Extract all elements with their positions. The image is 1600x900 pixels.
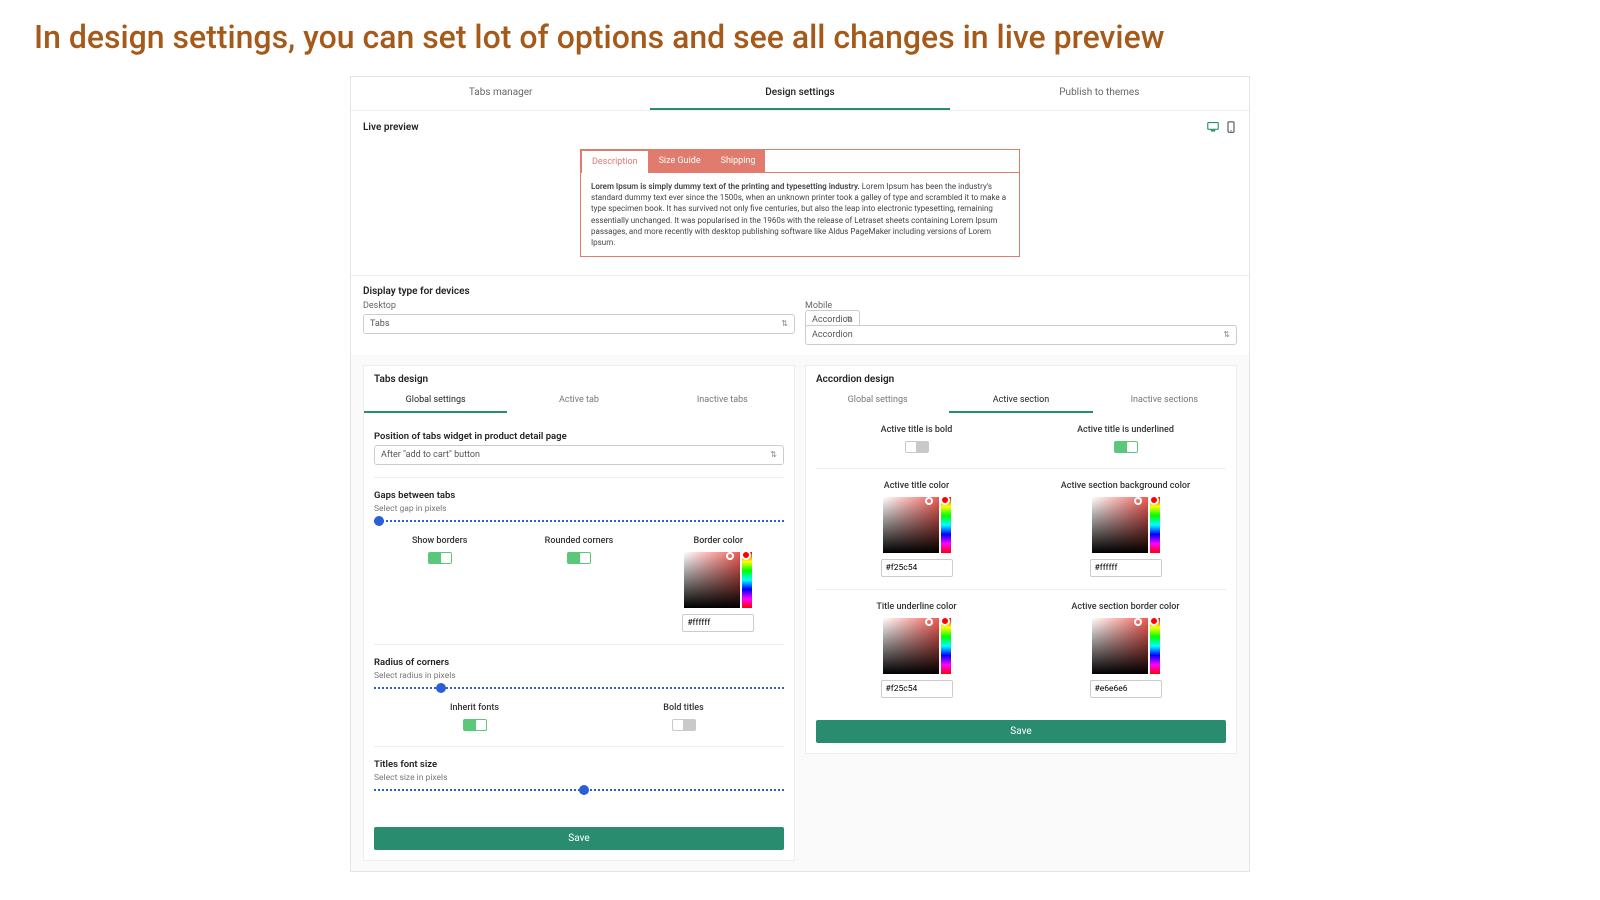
title-underlined-label: Active title is underlined (1025, 425, 1226, 435)
border-color-label: Border color (653, 536, 784, 546)
font-row: Inherit fonts Bold titles (374, 703, 784, 734)
bold-titles-opt: Bold titles (583, 703, 784, 734)
border-color-opt: Border color (653, 536, 784, 632)
subtab-acc-inactive[interactable]: Inactive sections (1093, 389, 1236, 413)
device-toggle (1207, 121, 1237, 133)
acc-toggle-row: Active title is bold Active title is und… (816, 425, 1226, 456)
desktop-select[interactable]: Tabs (363, 314, 795, 334)
section-bg-opt: Active section background color (1025, 481, 1226, 577)
desktop-field: Desktop Tabs (363, 301, 795, 345)
rounded-toggle[interactable] (567, 552, 591, 564)
preview-body: Lorem Ipsum is simply dummy text of the … (581, 172, 1019, 256)
border-color-input[interactable] (682, 614, 754, 632)
acc-border-color-input[interactable] (1090, 680, 1162, 698)
section-bg-input[interactable] (1090, 559, 1162, 577)
preview-tab-size-guide[interactable]: Size Guide (649, 150, 711, 172)
border-row: Show borders Rounded corners Border colo… (374, 536, 784, 632)
nav-tabs-manager[interactable]: Tabs manager (351, 77, 650, 110)
app-frame: Tabs manager Design settings Publish to … (350, 76, 1250, 872)
subtab-active-tab[interactable]: Active tab (507, 389, 650, 413)
title-bold-toggle[interactable] (905, 441, 929, 453)
page-headline: In design settings, you can set lot of o… (0, 0, 1600, 64)
border-color-picker[interactable] (682, 552, 754, 632)
acc-border-color-label: Active section border color (1025, 602, 1226, 612)
tabs-design-subtabs: Global settings Active tab Inactive tabs (364, 389, 794, 413)
desktop-icon[interactable] (1207, 121, 1219, 133)
acc-color-row1: Active title color Active section backgr… (816, 481, 1226, 577)
inherit-fonts-toggle[interactable] (463, 719, 487, 731)
tabs-save-button[interactable]: Save (374, 827, 784, 850)
radius-slider[interactable] (374, 687, 784, 689)
radius-heading: Radius of corners (374, 657, 784, 668)
position-select[interactable]: After "add to cart" button (374, 445, 784, 465)
inherit-fonts-opt: Inherit fonts (374, 703, 575, 734)
show-borders-toggle[interactable] (428, 552, 452, 564)
title-color-opt: Active title color (816, 481, 1017, 577)
preview-body-text: Lorem Ipsum has been the industry's stan… (591, 182, 1006, 247)
preview-frame: Description Size Guide Shipping Lorem Ip… (580, 149, 1020, 257)
preview-body-bold: Lorem Ipsum is simply dummy text of the … (591, 182, 860, 191)
display-type-heading: Display type for devices (351, 276, 1249, 301)
show-borders-opt: Show borders (374, 536, 505, 632)
acc-color-row2: Title underline color Active section bor… (816, 602, 1226, 698)
acc-border-color-picker[interactable] (1090, 618, 1162, 698)
section-bg-label: Active section background color (1025, 481, 1226, 491)
underline-color-label: Title underline color (816, 602, 1017, 612)
title-color-picker[interactable] (881, 497, 953, 577)
mobile-select[interactable]: Accordion (805, 325, 1237, 345)
font-size-slider[interactable] (374, 789, 784, 791)
tabs-design-body: Position of tabs widget in product detai… (364, 413, 794, 817)
title-underlined-toggle[interactable] (1114, 441, 1138, 453)
subtab-inactive-tabs[interactable]: Inactive tabs (651, 389, 794, 413)
mobile-field: Mobile Accordion Accordion (805, 301, 1237, 345)
tabs-design-panel: Tabs design Global settings Active tab I… (363, 365, 795, 861)
section-bg-picker[interactable] (1090, 497, 1162, 577)
font-size-label: Select size in pixels (374, 773, 784, 783)
title-bold-opt: Active title is bold (816, 425, 1017, 456)
title-bold-label: Active title is bold (816, 425, 1017, 435)
accordion-design-heading: Accordion design (806, 366, 1236, 389)
nav-publish-themes[interactable]: Publish to themes (950, 77, 1249, 110)
title-color-input[interactable] (881, 559, 953, 577)
radius-label: Select radius in pixels (374, 671, 784, 681)
gaps-label: Select gap in pixels (374, 504, 784, 514)
mobile-label: Mobile (805, 301, 1237, 311)
acc-border-color-opt: Active section border color (1025, 602, 1226, 698)
preview-tab-description[interactable]: Description (581, 150, 649, 173)
preview-title: Live preview (363, 122, 419, 133)
inherit-fonts-label: Inherit fonts (374, 703, 575, 713)
nav-design-settings[interactable]: Design settings (650, 77, 949, 110)
rounded-label: Rounded corners (513, 536, 644, 546)
accordion-design-panel: Accordion design Global settings Active … (805, 365, 1237, 754)
display-type-row: Desktop Tabs Mobile Accordion Accordion (351, 301, 1249, 355)
subtab-acc-active[interactable]: Active section (949, 389, 1092, 413)
bold-titles-toggle[interactable] (672, 719, 696, 731)
gaps-heading: Gaps between tabs (374, 490, 784, 501)
underline-color-picker[interactable] (881, 618, 953, 698)
rounded-opt: Rounded corners (513, 536, 644, 632)
mobile-icon[interactable] (1225, 121, 1237, 133)
preview-tab-shipping[interactable]: Shipping (711, 150, 766, 172)
underline-color-input[interactable] (881, 680, 953, 698)
design-panels: Tabs design Global settings Active tab I… (351, 355, 1249, 871)
preview-tabs: Description Size Guide Shipping (581, 150, 1019, 172)
accordion-body: Active title is bold Active title is und… (806, 413, 1236, 710)
subtab-acc-global[interactable]: Global settings (806, 389, 949, 413)
subtab-global-settings[interactable]: Global settings (364, 389, 507, 413)
top-nav: Tabs manager Design settings Publish to … (351, 77, 1249, 111)
accordion-subtabs: Global settings Active section Inactive … (806, 389, 1236, 413)
preview-area: Description Size Guide Shipping Lorem Ip… (351, 139, 1249, 276)
preview-bar: Live preview (351, 111, 1249, 139)
position-label: Position of tabs widget in product detai… (374, 431, 784, 442)
title-color-label: Active title color (816, 481, 1017, 491)
title-underlined-opt: Active title is underlined (1025, 425, 1226, 456)
accordion-save-button[interactable]: Save (816, 720, 1226, 743)
bold-titles-label: Bold titles (583, 703, 784, 713)
show-borders-label: Show borders (374, 536, 505, 546)
desktop-label: Desktop (363, 301, 795, 311)
tabs-design-heading: Tabs design (364, 366, 794, 389)
font-size-heading: Titles font size (374, 759, 784, 770)
gaps-slider[interactable] (374, 520, 784, 522)
underline-color-opt: Title underline color (816, 602, 1017, 698)
